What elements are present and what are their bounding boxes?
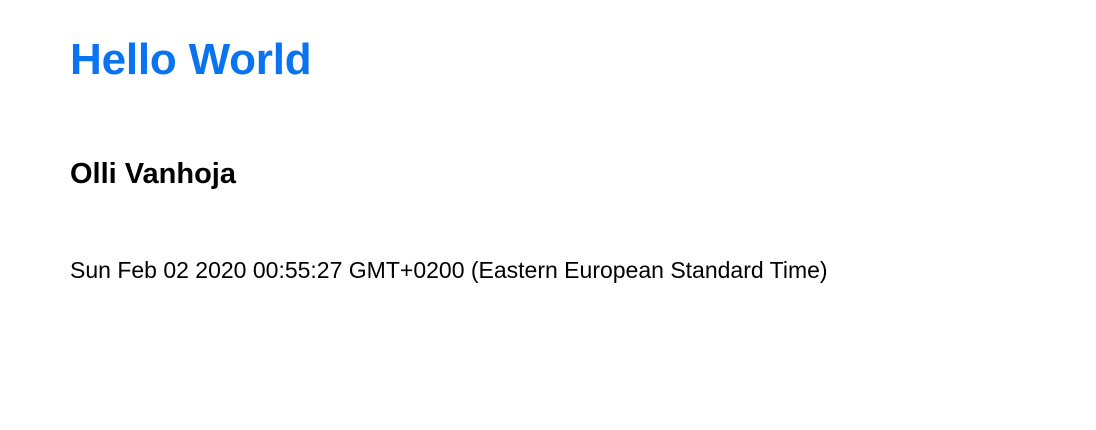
timestamp: Sun Feb 02 2020 00:55:27 GMT+0200 (Easte… [70,257,828,283]
author-name: Olli Vanhoja [70,158,236,190]
page-content: Hello World Olli Vanhoja Sun Feb 02 2020… [0,0,1096,430]
page-title: Hello World [70,35,312,84]
